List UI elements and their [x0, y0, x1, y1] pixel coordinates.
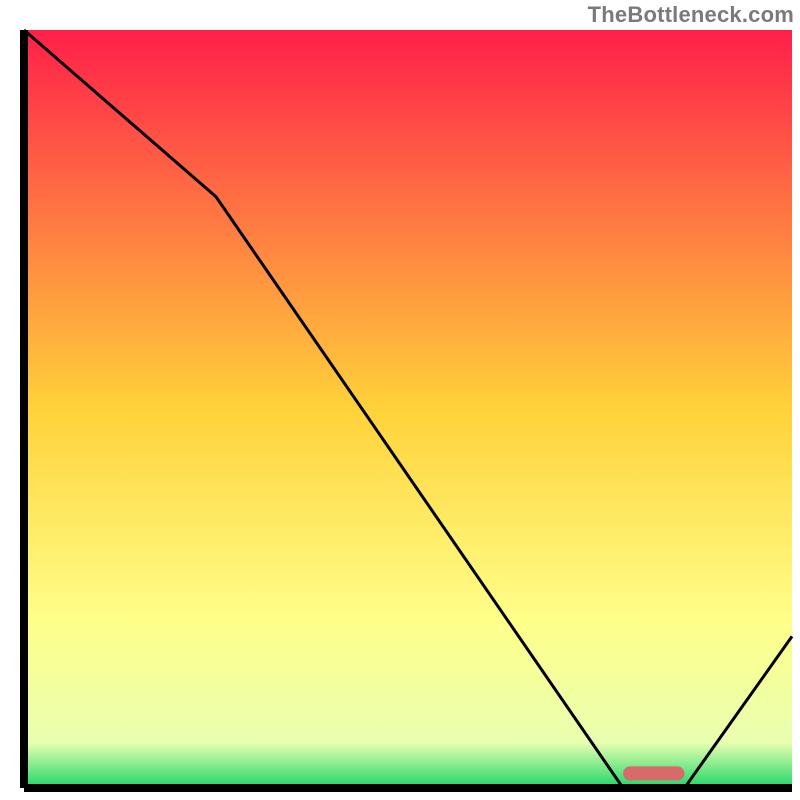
- optimal-range-marker: [623, 766, 684, 780]
- chart-container: TheBottleneck.com: [0, 0, 800, 800]
- bottleneck-chart: [0, 0, 800, 800]
- gradient-background: [24, 30, 792, 788]
- plot-area: [24, 30, 792, 788]
